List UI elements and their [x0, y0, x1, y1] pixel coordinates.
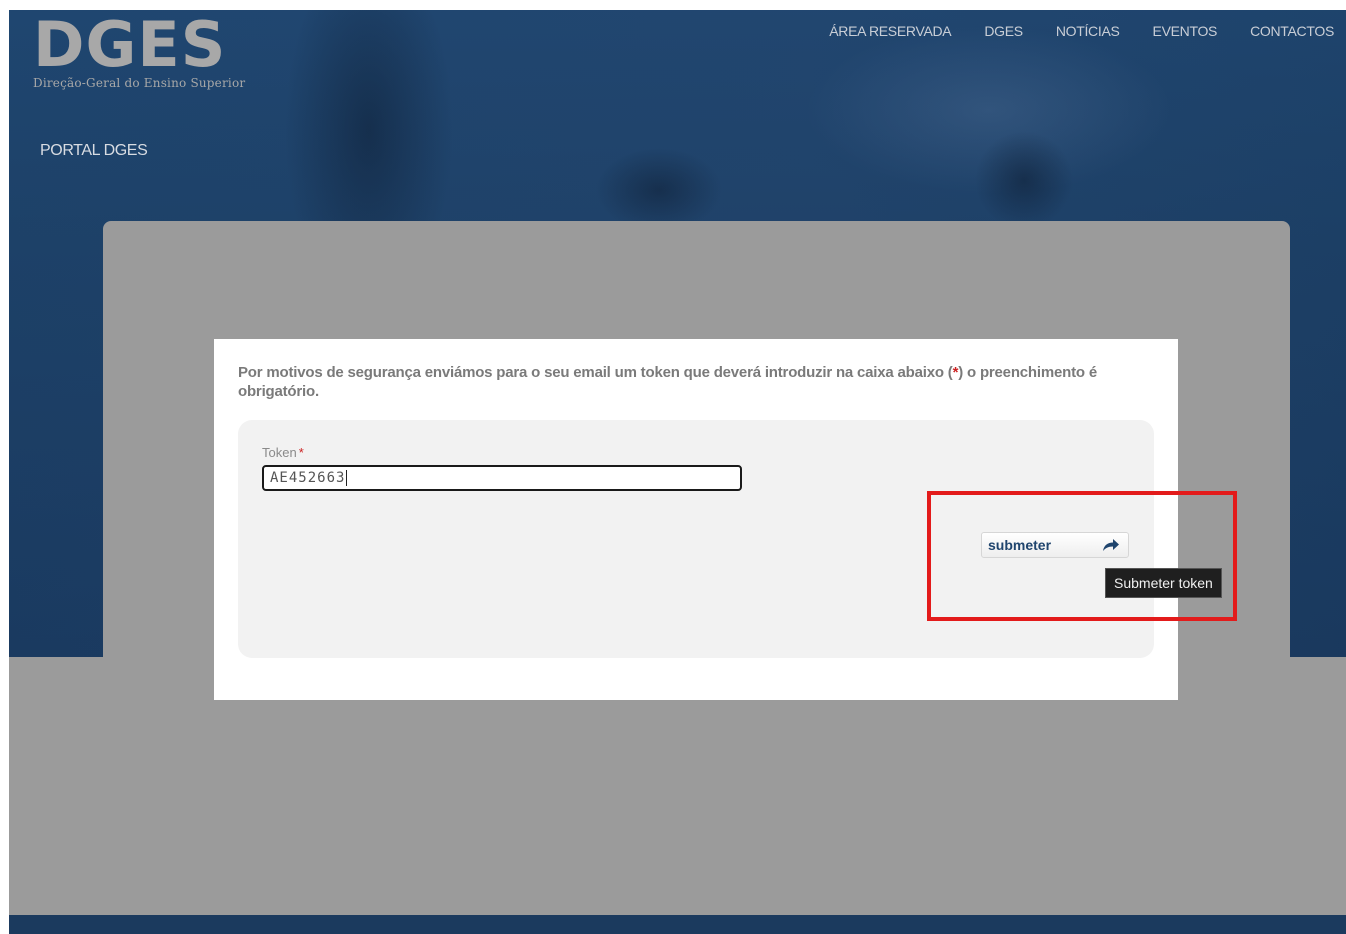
token-input[interactable]: AE452663	[262, 465, 742, 491]
security-notice: Por motivos de segurança enviámos para o…	[238, 363, 1168, 401]
nav-eventos[interactable]: EVENTOS	[1153, 23, 1218, 39]
logo-text: DGES	[33, 10, 227, 81]
main-nav: ÁREA RESERVADA DGES NOTÍCIAS EVENTOS CON…	[829, 23, 1334, 39]
notice-text-start: Por motivos de segurança enviámos para o…	[238, 364, 953, 381]
text-caret	[346, 470, 348, 486]
nav-noticias[interactable]: NOTÍCIAS	[1056, 23, 1120, 39]
portal-title: PORTAL DGES	[40, 142, 148, 159]
token-input-value: AE452663	[270, 470, 346, 486]
token-label-text: Token	[262, 445, 297, 460]
highlight-box	[927, 491, 1237, 621]
submit-tooltip: Submeter token	[1105, 568, 1222, 598]
logo-subtitle: Direção-Geral do Ensino Superior	[33, 76, 246, 90]
nav-contactos[interactable]: CONTACTOS	[1250, 23, 1334, 39]
page: DGES Direção-Geral do Ensino Superior ÁR…	[9, 10, 1346, 934]
nav-area-reservada[interactable]: ÁREA RESERVADA	[829, 23, 951, 39]
dges-logo[interactable]: DGES Direção-Geral do Ensino Superior	[33, 10, 246, 91]
nav-dges[interactable]: DGES	[984, 23, 1023, 39]
token-required-mark: *	[298, 445, 304, 460]
token-label: Token *	[262, 445, 304, 460]
footer-bar	[9, 915, 1346, 934]
